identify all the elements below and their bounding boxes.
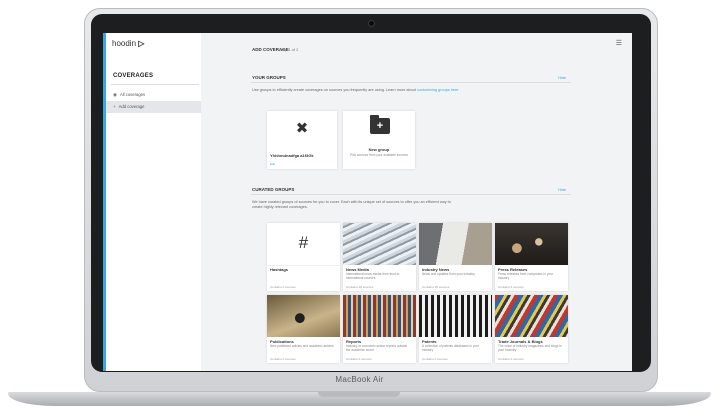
new-group-description: Pick sources from your available sources (350, 153, 408, 157)
app-screen: hoodin ▷ COVERAGES ◉ All coverages + Add c… (103, 33, 632, 371)
your-groups-title: YOUR GROUPS (252, 75, 286, 80)
hashtag-icon: # (298, 233, 309, 252)
your-groups-hide-link[interactable]: Hide (558, 75, 566, 80)
magnifier-book-image (267, 295, 340, 337)
sidebar-title: COVERAGES (113, 73, 154, 79)
curated-card-trade-journals[interactable]: Trade Journals & Blogs The voice of indu… (495, 295, 568, 363)
binders-image (419, 295, 492, 337)
curated-groups-hide-link[interactable]: Hide (558, 187, 566, 192)
microphones-image (495, 223, 568, 265)
curated-card-press-releases[interactable]: Press Releases Press releases from compa… (495, 223, 568, 291)
main-content: ☰ ADD COVERAGE Step 1 of 2 YOUR GROUPS H… (201, 33, 632, 371)
group-card-edit-link[interactable]: Edit (270, 162, 275, 166)
curated-card-patents[interactable]: Patents A collection of patents database… (419, 295, 492, 363)
curated-card-reports[interactable]: Reports Industry or economic sector repo… (343, 295, 416, 363)
logo-mark-icon: ▷ (138, 39, 145, 48)
curated-card-hashtags[interactable]: # Hashtags Contains 0 sources (267, 223, 340, 291)
folder-plus-icon: + (370, 115, 390, 134)
group-card[interactable]: ✖ Yhhhmdnadfga a1f3Gk Edit (267, 111, 337, 169)
plus-icon: + (113, 104, 116, 109)
bookshelf-image (343, 295, 416, 337)
magazines-image (495, 295, 568, 337)
curated-card-publications[interactable]: Publications New published articles and … (267, 295, 340, 363)
newspapers-image (343, 223, 416, 265)
sidebar: hoodin ▷ COVERAGES ◉ All coverages + Add c… (103, 33, 201, 371)
curated-groups-divider (251, 194, 571, 195)
sidebar-item-all-coverages[interactable]: ◉ All coverages (106, 89, 201, 101)
device-brand-label: MacBook Air (335, 375, 384, 384)
business-newspaper-image (419, 223, 492, 265)
your-groups-divider (251, 82, 571, 83)
new-group-card[interactable]: + New group Pick sources from your avail… (343, 111, 415, 169)
step-indicator: Step 1 of 2 (279, 47, 299, 52)
new-group-title: New group (368, 147, 390, 152)
laptop-frame: hoodin ▷ COVERAGES ◉ All coverages + Add c… (0, 0, 719, 415)
laptop-notch (318, 392, 400, 397)
sidebar-item-add-coverage[interactable]: + Add coverage (106, 101, 201, 113)
customizing-groups-link[interactable]: customizing groups here (417, 88, 458, 92)
curated-card-industry-news[interactable]: Industry News News and updates from your… (419, 223, 492, 291)
hamburger-menu-icon[interactable]: ☰ (616, 39, 622, 47)
app-logo[interactable]: hoodin ▷ (112, 39, 144, 48)
camera-icon (368, 20, 375, 27)
tools-icon: ✖ (295, 120, 309, 137)
curated-groups-title: CURATED GROUPS (252, 187, 295, 192)
curated-groups-description: We have curated groups of sources for yo… (252, 200, 451, 209)
your-groups-description: Use groups to efficiently create coverag… (252, 88, 459, 92)
eye-icon: ◉ (113, 92, 117, 97)
curated-card-news-media[interactable]: News Media International news media from… (343, 223, 416, 291)
sidebar-divider (111, 84, 199, 85)
group-card-title: Yhhhmdnadfga a1f3Gk (270, 153, 314, 158)
